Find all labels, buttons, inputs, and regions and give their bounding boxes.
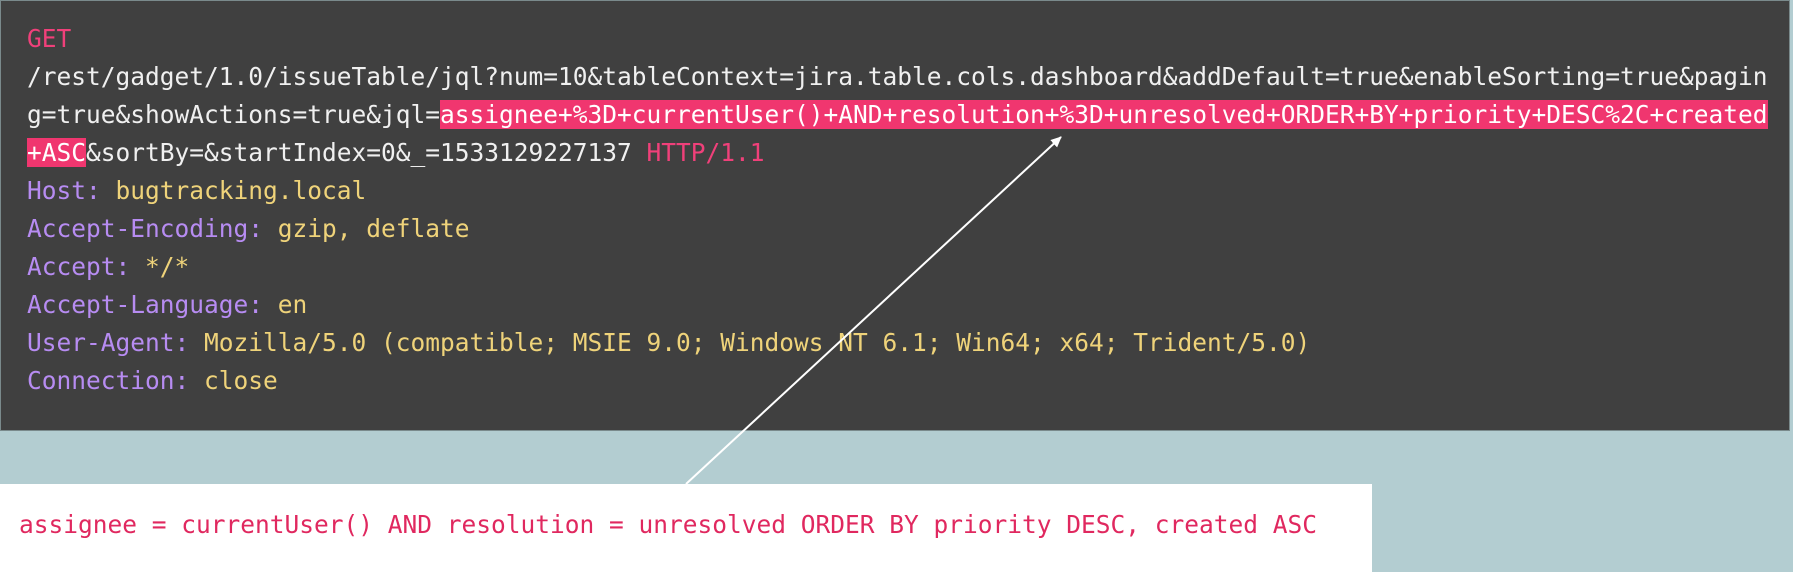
header-name: Host: (27, 176, 101, 205)
request-url-suffix: &sortBy=&startIndex=0&_=1533129227137 (86, 138, 647, 167)
header-value: en (277, 290, 308, 319)
header-value: gzip, deflate (277, 214, 470, 243)
header-name: Accept: (27, 252, 131, 281)
http-request-text: GET/rest/gadget/1.0/issueTable/jql?num=1… (27, 20, 1779, 400)
header-value: bugtracking.local (115, 176, 367, 205)
header-name: Accept-Language: (27, 290, 264, 319)
request-method: GET (27, 24, 72, 53)
http-request-panel: GET/rest/gadget/1.0/issueTable/jql?num=1… (0, 0, 1790, 431)
header-value: Mozilla/5.0 (compatible; MSIE 9.0; Windo… (204, 328, 1311, 357)
header-name: Connection: (27, 366, 190, 395)
header-accept: Accept: */* (27, 248, 1779, 286)
header-user-agent: User-Agent: Mozilla/5.0 (compatible; MSI… (27, 324, 1779, 362)
header-accept-language: Accept-Language: en (27, 286, 1779, 324)
header-value: */* (145, 252, 190, 281)
request-protocol: HTTP/1.1 (646, 138, 765, 167)
header-value: close (204, 366, 278, 395)
request-url-line: /rest/gadget/1.0/issueTable/jql?num=10&t… (27, 58, 1779, 172)
header-name: User-Agent: (27, 328, 190, 357)
header-host: Host: bugtracking.local (27, 172, 1779, 210)
header-connection: Connection: close (27, 362, 1779, 400)
header-name: Accept-Encoding: (27, 214, 264, 243)
page: GET/rest/gadget/1.0/issueTable/jql?num=1… (0, 0, 1793, 572)
decoded-jql-box: assignee = currentUser() AND resolution … (0, 484, 1372, 572)
decoded-jql-text: assignee = currentUser() AND resolution … (19, 510, 1318, 539)
header-accept-encoding: Accept-Encoding: gzip, deflate (27, 210, 1779, 248)
